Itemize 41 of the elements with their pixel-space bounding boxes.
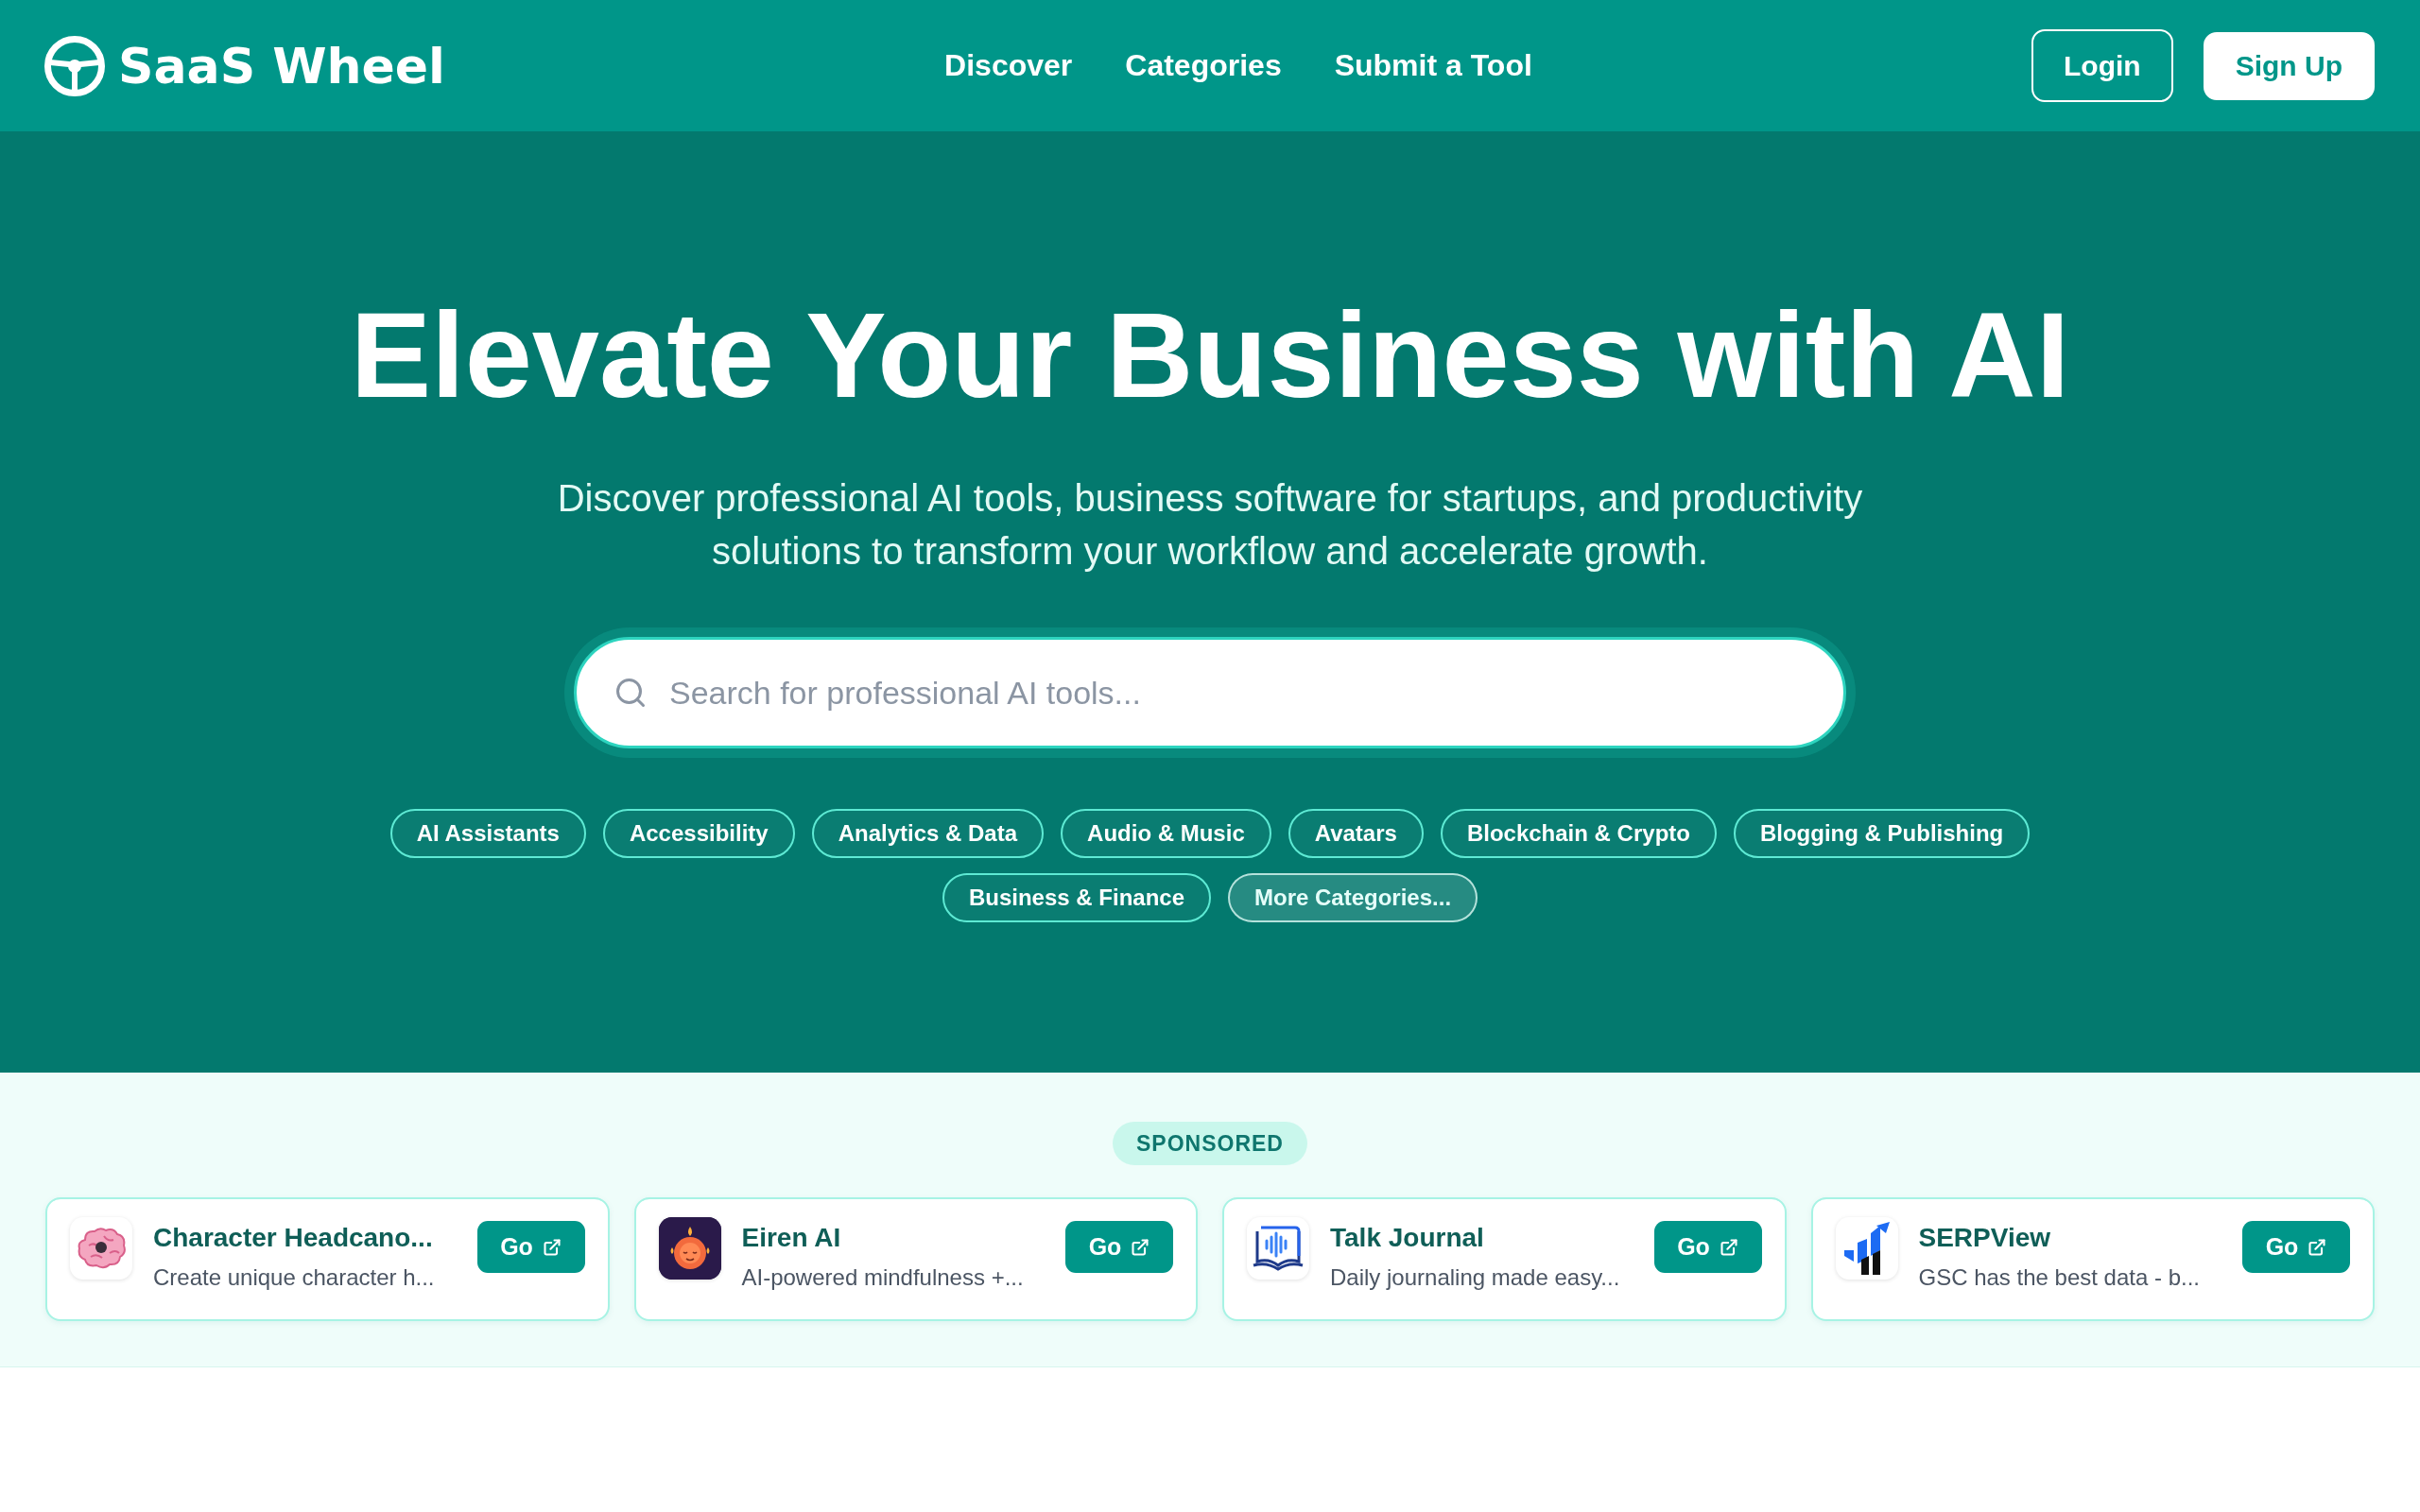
tool-description: Daily journaling made easy... <box>1330 1263 1621 1292</box>
nav-link[interactable]: Submit a Tool <box>1334 48 1532 83</box>
tool-name[interactable]: Character Headcano... <box>153 1222 457 1254</box>
category-chip[interactable]: Business & Finance <box>942 873 1211 922</box>
go-button[interactable]: Go <box>476 1221 585 1273</box>
go-button[interactable]: Go <box>2242 1221 2350 1273</box>
external-link-icon <box>1131 1237 1150 1257</box>
signup-button[interactable]: Sign Up <box>2203 31 2375 100</box>
tool-name[interactable]: Talk Journal <box>1330 1222 1634 1254</box>
hero-title: Elevate Your Business with AI <box>350 286 2070 424</box>
more-categories-chip[interactable]: More Categories... <box>1228 873 1478 922</box>
category-chip[interactable]: Audio & Music <box>1061 809 1271 858</box>
tool-description: AI-powered mindfulness +... <box>741 1263 1025 1292</box>
book-soundwave-icon <box>1252 1224 1305 1273</box>
nav-link[interactable]: Discover <box>944 48 1073 83</box>
tool-name[interactable]: Eiren AI <box>741 1222 1045 1254</box>
sponsored-badge: SPONSORED <box>1113 1122 1307 1165</box>
steering-wheel-icon <box>44 35 105 96</box>
hero-subtitle: Discover professional AI tools, business software for startups, and productivity solutions to transform your workflow and accelerate growth. <box>556 476 1864 574</box>
login-button[interactable]: Login <box>2031 29 2173 102</box>
category-chip[interactable]: Avatars <box>1288 809 1424 858</box>
category-chip[interactable]: Accessibility <box>602 809 795 858</box>
category-chip[interactable]: Analytics & Data <box>811 809 1045 858</box>
fire-orb-icon <box>658 1217 721 1280</box>
external-link-icon <box>2308 1237 2327 1257</box>
search-field[interactable]: Search for professional AI tools... <box>574 637 1846 748</box>
logo-text[interactable]: SaaS Wheel <box>118 37 445 94</box>
category-chip[interactable]: AI Assistants <box>389 809 586 858</box>
go-button[interactable]: Go <box>1653 1221 1762 1273</box>
category-chip[interactable]: Blockchain & Crypto <box>1440 809 1717 858</box>
search-icon <box>614 676 648 710</box>
tool-description: Create unique character h... <box>153 1263 436 1292</box>
external-link-icon <box>1719 1237 1738 1257</box>
nav-link[interactable]: Categories <box>1125 48 1282 83</box>
external-link-icon <box>542 1237 562 1257</box>
go-button[interactable]: Go <box>1065 1221 1173 1273</box>
brain-icon <box>76 1227 127 1270</box>
bar-chart-icon <box>1841 1222 1892 1275</box>
category-chip[interactable]: Blogging & Publishing <box>1733 809 2031 858</box>
tool-description: GSC has the best data - b... <box>1918 1263 2201 1292</box>
tool-name[interactable]: SERPView <box>1918 1222 2221 1254</box>
